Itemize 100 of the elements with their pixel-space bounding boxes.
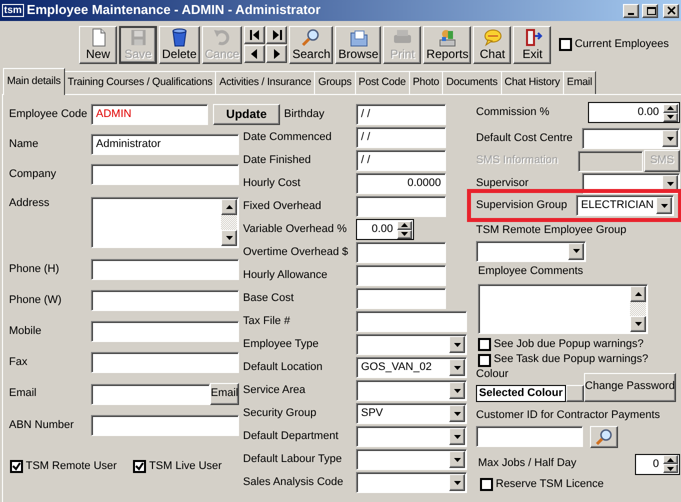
- toolbar-button[interactable]: Reports: [423, 26, 472, 64]
- close-button[interactable]: [663, 4, 679, 18]
- text-field[interactable]: [91, 321, 239, 342]
- text-field[interactable]: [356, 288, 446, 309]
- spin-down-button[interactable]: [663, 464, 678, 473]
- spin-field[interactable]: 0.00: [588, 102, 680, 123]
- text-field[interactable]: [91, 415, 239, 436]
- combo-box[interactable]: [356, 380, 467, 401]
- text-field[interactable]: / /: [356, 150, 446, 171]
- checkbox[interactable]: [133, 460, 146, 474]
- field-label: Address: [9, 197, 50, 211]
- combo-box[interactable]: [356, 334, 467, 355]
- combo-box[interactable]: [582, 128, 680, 149]
- scroll-up-button[interactable]: [221, 199, 237, 215]
- combo-box[interactable]: GOS_VAN_02: [356, 357, 467, 378]
- app-logo: tsm: [2, 4, 24, 17]
- dropdown-button[interactable]: [449, 428, 465, 445]
- text-field[interactable]: / /: [356, 104, 446, 125]
- colour-button[interactable]: [566, 384, 584, 402]
- dropdown-button[interactable]: [656, 197, 672, 214]
- field-label: Default Location: [243, 360, 324, 374]
- maximize-button[interactable]: [642, 4, 658, 18]
- spin-up-button[interactable]: [663, 104, 678, 112]
- text-area[interactable]: [478, 284, 648, 334]
- scroll-down-button[interactable]: [630, 316, 646, 332]
- text-field[interactable]: [91, 352, 239, 373]
- dropdown-button[interactable]: [449, 451, 465, 468]
- spin-up-button[interactable]: [663, 455, 678, 464]
- last-record-button[interactable]: [266, 26, 288, 44]
- text-field[interactable]: [91, 384, 210, 404]
- combo-box[interactable]: ELECTRICIAN: [576, 195, 674, 216]
- dropdown-button[interactable]: [449, 382, 465, 399]
- dropdown-button[interactable]: [662, 130, 678, 147]
- text-field[interactable]: [476, 426, 583, 447]
- tab[interactable]: Activities / Insurance: [215, 71, 316, 94]
- field-label: Variable Overhead %: [243, 222, 348, 236]
- action-button[interactable]: Email: [210, 383, 239, 405]
- text-field[interactable]: ADMIN: [91, 104, 208, 125]
- combo-box[interactable]: [476, 240, 586, 262]
- tab[interactable]: Chat History: [500, 71, 564, 94]
- dropdown-button[interactable]: [449, 336, 465, 353]
- dropdown-button[interactable]: [449, 474, 465, 491]
- combo-box[interactable]: [356, 472, 467, 493]
- previous-record-button[interactable]: [244, 45, 266, 63]
- spin-field[interactable]: 0.00: [356, 219, 414, 240]
- tab[interactable]: Documents: [442, 71, 502, 94]
- checkbox[interactable]: [10, 460, 23, 474]
- dropdown-button[interactable]: [449, 359, 465, 376]
- text-field[interactable]: / /: [356, 127, 446, 148]
- spin-up-button[interactable]: [397, 220, 412, 230]
- text-field[interactable]: [356, 242, 446, 263]
- dropdown-button[interactable]: [449, 405, 465, 422]
- checkbox[interactable]: [478, 354, 491, 367]
- next-record-button[interactable]: [266, 45, 288, 63]
- triangle-up-icon: [666, 104, 675, 112]
- combo-box[interactable]: SPV: [356, 403, 467, 424]
- scroll-down-button[interactable]: [221, 230, 237, 246]
- text-field[interactable]: [356, 311, 467, 332]
- text-field[interactable]: 0.0000: [356, 173, 446, 194]
- text-area[interactable]: [91, 197, 239, 248]
- triangle-up-icon: [666, 456, 675, 464]
- minimize-button[interactable]: [623, 4, 639, 18]
- toolbar-button[interactable]: Browse: [335, 26, 382, 64]
- checkbox-label: Current Employees: [574, 38, 669, 52]
- text-field[interactable]: Administrator: [91, 134, 239, 155]
- lookup-button[interactable]: [590, 426, 618, 448]
- text-field[interactable]: [356, 265, 446, 286]
- triangle-down-icon: [666, 113, 675, 121]
- tab[interactable]: Groups: [314, 71, 356, 94]
- toolbar-button[interactable]: Delete: [159, 26, 200, 64]
- tab[interactable]: Main details: [3, 68, 65, 95]
- field-label: Tax File #: [243, 314, 292, 328]
- dropdown-button[interactable]: [568, 242, 584, 260]
- toolbar-button[interactable]: Search: [289, 26, 334, 64]
- checkbox[interactable]: [480, 478, 493, 491]
- text-field[interactable]: [91, 290, 239, 311]
- first-record-button[interactable]: [244, 26, 266, 44]
- text-field[interactable]: [356, 196, 446, 217]
- action-button[interactable]: Update: [213, 104, 280, 125]
- checkbox[interactable]: [558, 38, 572, 51]
- spin-field[interactable]: 0: [635, 454, 680, 474]
- action-button[interactable]: Change Password: [584, 372, 676, 402]
- toolbar-button[interactable]: New: [79, 26, 117, 64]
- text-field[interactable]: [91, 259, 239, 280]
- scroll-up-button[interactable]: [630, 286, 646, 302]
- field-label: Supervision Group: [476, 198, 568, 212]
- toolbar-button[interactable]: Chat: [473, 26, 512, 64]
- tab[interactable]: Email: [562, 71, 596, 94]
- tab[interactable]: Photo: [408, 71, 444, 94]
- text-field[interactable]: [91, 164, 239, 185]
- field-label: Date Commenced: [243, 130, 333, 144]
- triangle-up-icon: [634, 290, 642, 298]
- checkbox[interactable]: [478, 338, 491, 351]
- combo-box[interactable]: [356, 449, 467, 470]
- colour-swatch[interactable]: Selected Colour: [476, 384, 566, 402]
- combo-box[interactable]: [356, 426, 467, 447]
- checkbox-label: TSM Remote User: [26, 460, 117, 474]
- field-label: ABN Number: [9, 418, 75, 432]
- toolbar-button[interactable]: Exit: [513, 26, 552, 64]
- tab[interactable]: Post Code: [354, 71, 410, 94]
